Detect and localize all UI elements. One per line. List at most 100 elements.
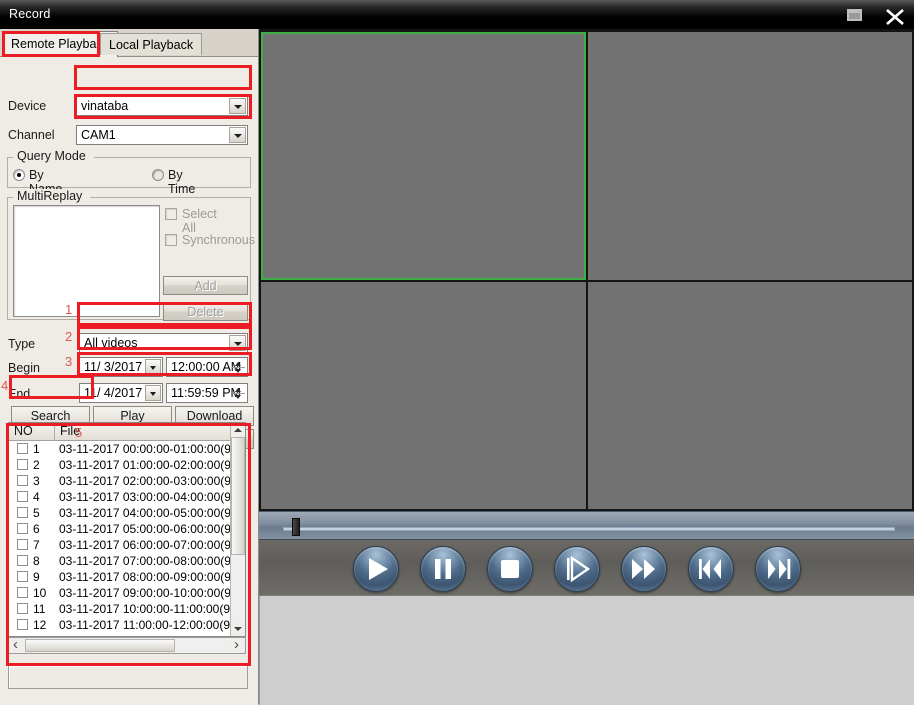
timeline-handle[interactable] — [292, 518, 300, 536]
table-row[interactable]: 1 03-11-2017 00:00:00-01:00:00(9822 — [9, 441, 231, 457]
table-row[interactable]: 10 03-11-2017 09:00:00-10:00:00(9916 — [9, 585, 231, 601]
file-list-header: NO File — [9, 423, 245, 441]
restore-button[interactable] — [838, 0, 876, 29]
begin-time-spinner[interactable]: 12:00:00 AM — [166, 357, 248, 377]
fast-forward-button[interactable] — [621, 546, 667, 592]
row-checkbox[interactable] — [17, 555, 28, 566]
device-select[interactable]: vinataba — [76, 96, 248, 116]
scrollbar-thumb[interactable] — [25, 639, 175, 652]
row-file-name: 03-11-2017 02:00:00-03:00:00(9822 — [59, 474, 231, 488]
video-pane-1[interactable] — [261, 32, 586, 280]
table-row[interactable]: 5 03-11-2017 04:00:00-05:00:00(9823 — [9, 505, 231, 521]
fast-forward-icon — [632, 559, 655, 579]
device-value: vinataba — [81, 99, 129, 113]
row-number: 12 — [33, 618, 47, 632]
end-time-value: 11:59:59 PM — [171, 386, 241, 400]
next-button[interactable] — [755, 546, 801, 592]
table-row[interactable]: 6 03-11-2017 05:00:00-06:00:00(9826 — [9, 521, 231, 537]
file-list-horizontal-scrollbar[interactable] — [8, 636, 246, 654]
table-row[interactable]: 12 03-11-2017 11:00:00-12:00:00(9972 — [9, 617, 231, 633]
begin-date-value: 11/ 3/2017 — [84, 360, 143, 374]
row-checkbox[interactable] — [17, 539, 28, 550]
scroll-up-icon[interactable] — [231, 423, 245, 437]
chevron-down-icon[interactable] — [145, 359, 161, 375]
video-pane-3[interactable] — [261, 282, 586, 509]
row-file-name: 03-11-2017 10:00:00-11:00:00(9962 — [59, 602, 231, 616]
chevron-down-icon[interactable] — [229, 335, 246, 351]
pause-button[interactable] — [420, 546, 466, 592]
column-header-file: File — [55, 423, 241, 440]
channel-value: CAM1 — [81, 128, 116, 142]
channel-label: Channel — [8, 128, 55, 142]
table-row[interactable]: 9 03-11-2017 08:00:00-09:00:00(9876 — [9, 569, 231, 585]
play-button[interactable] — [353, 546, 399, 592]
row-file-name: 03-11-2017 09:00:00-10:00:00(9916 — [59, 586, 231, 600]
delete-button[interactable]: Delete — [163, 302, 248, 321]
stop-button[interactable] — [487, 546, 533, 592]
bottom-filler — [259, 595, 914, 705]
row-checkbox[interactable] — [17, 443, 28, 454]
previous-button[interactable] — [688, 546, 734, 592]
timeline-bar[interactable] — [259, 511, 914, 540]
end-time-spinner[interactable]: 11:59:59 PM — [166, 383, 248, 403]
frame-step-button[interactable] — [554, 546, 600, 592]
video-pane-4[interactable] — [588, 282, 912, 509]
table-row[interactable]: 2 03-11-2017 01:00:00-02:00:00(9826 — [9, 457, 231, 473]
spinner-down-icon[interactable] — [232, 368, 245, 375]
scroll-right-icon[interactable] — [230, 636, 245, 653]
spinner-up-icon[interactable] — [232, 360, 245, 367]
tab-local-playback[interactable]: Local Playback — [100, 33, 203, 55]
row-number: 6 — [33, 522, 40, 536]
end-date-picker[interactable]: 11/ 4/2017 — [79, 383, 163, 403]
multireplay-listbox[interactable] — [13, 205, 160, 317]
begin-time-value: 12:00:00 AM — [171, 360, 242, 374]
begin-date-picker[interactable]: 11/ 3/2017 — [79, 357, 163, 377]
channel-select[interactable]: CAM1 — [76, 125, 248, 145]
table-row[interactable]: 3 03-11-2017 02:00:00-03:00:00(9822 — [9, 473, 231, 489]
tab-remote-playback-label: Remote Playback — [11, 37, 109, 51]
row-checkbox[interactable] — [17, 523, 28, 534]
spinner-up-icon[interactable] — [232, 386, 245, 393]
play-icon — [369, 558, 388, 580]
row-number: 8 — [33, 554, 40, 568]
left-panel: Remote Playback Local Playback Device vi… — [0, 29, 259, 705]
close-button[interactable] — [876, 0, 914, 29]
scrollbar-thumb[interactable] — [231, 437, 245, 555]
spinner-icon[interactable] — [232, 386, 245, 401]
table-row[interactable]: 8 03-11-2017 07:00:00-08:00:00(9846 — [9, 553, 231, 569]
timeline-track[interactable] — [283, 527, 895, 531]
type-select[interactable]: All videos — [79, 333, 248, 353]
row-file-name: 03-11-2017 04:00:00-05:00:00(9823 — [59, 506, 231, 520]
chevron-down-icon[interactable] — [229, 127, 246, 143]
add-button[interactable]: Add — [163, 276, 248, 295]
row-checkbox[interactable] — [17, 571, 28, 582]
table-row[interactable]: 11 03-11-2017 10:00:00-11:00:00(9962 — [9, 601, 231, 617]
row-checkbox[interactable] — [17, 619, 28, 630]
chevron-down-icon[interactable] — [229, 98, 246, 114]
video-pane-2[interactable] — [588, 32, 912, 280]
row-file-name: 03-11-2017 05:00:00-06:00:00(9826 — [59, 522, 231, 536]
file-list-vertical-scrollbar[interactable] — [230, 423, 245, 636]
scroll-left-icon[interactable] — [9, 636, 24, 653]
row-number: 4 — [33, 490, 40, 504]
scroll-down-icon[interactable] — [231, 622, 245, 636]
row-number: 2 — [33, 458, 40, 472]
spinner-icon[interactable] — [232, 360, 245, 375]
file-list-body[interactable]: 1 03-11-2017 00:00:00-01:00:00(9822 2 03-11… — [9, 441, 231, 636]
begin-label: Begin — [8, 361, 40, 375]
chevron-down-icon[interactable] — [145, 385, 161, 401]
table-row[interactable]: 7 03-11-2017 06:00:00-07:00:00(9835 — [9, 537, 231, 553]
file-list[interactable]: NO File 1 03-11-2017 00:00:00-01:00:00(98… — [8, 422, 246, 637]
skip-forward-icon — [768, 559, 791, 579]
row-checkbox[interactable] — [17, 587, 28, 598]
row-checkbox[interactable] — [17, 475, 28, 486]
row-checkbox[interactable] — [17, 491, 28, 502]
row-checkbox[interactable] — [17, 507, 28, 518]
row-checkbox[interactable] — [17, 603, 28, 614]
annotation-marker-2: 2 — [65, 329, 73, 344]
row-file-name: 03-11-2017 00:00:00-01:00:00(9822 — [59, 442, 231, 456]
table-row[interactable]: 4 03-11-2017 03:00:00-04:00:00(9819 — [9, 489, 231, 505]
row-checkbox[interactable] — [17, 459, 28, 470]
radio-dot-icon — [13, 169, 25, 181]
spinner-down-icon[interactable] — [232, 394, 245, 401]
